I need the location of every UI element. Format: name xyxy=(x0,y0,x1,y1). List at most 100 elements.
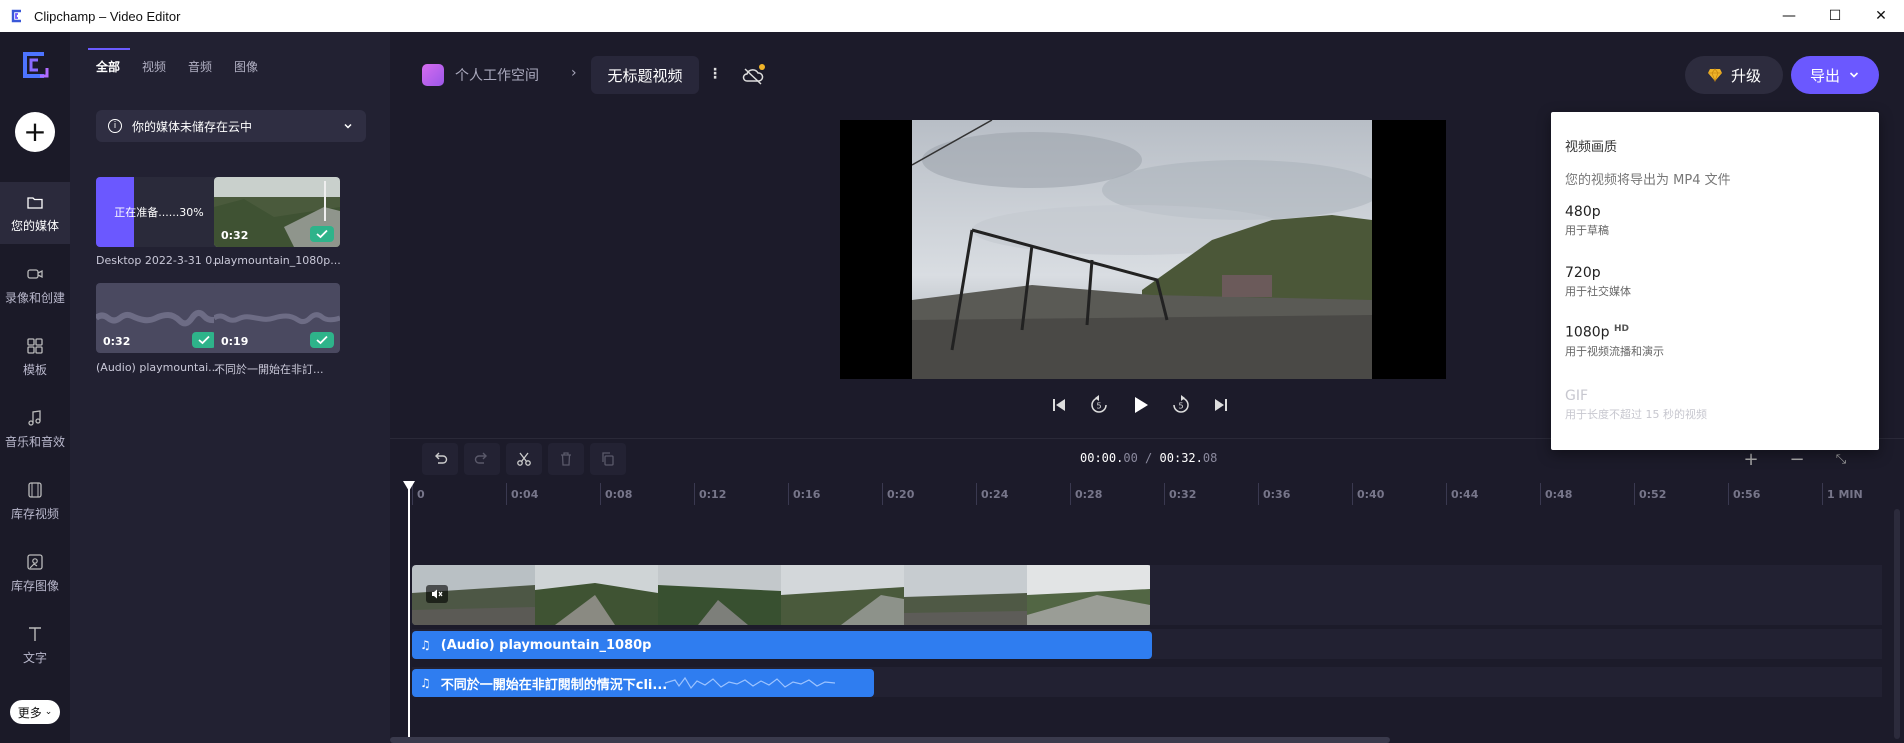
option-description: 用于长度不超过 15 秒的视频 xyxy=(1565,408,1707,421)
media-item-audio-playmountain[interactable]: 0:32 xyxy=(96,283,222,353)
option-description: 用于社交媒体 xyxy=(1565,285,1631,298)
skip-to-start-icon[interactable] xyxy=(1050,396,1068,414)
timeline-toolbar xyxy=(422,441,626,477)
media-caption: 不同於一開始在非訂... xyxy=(214,363,324,376)
chevron-down-icon: ⌄ xyxy=(44,707,53,717)
more-options-icon[interactable]: ⋮ xyxy=(708,66,722,82)
more-button[interactable]: 更多 ⌄ xyxy=(10,700,60,724)
undo-icon xyxy=(435,452,448,464)
option-description: 用于草稿 xyxy=(1565,224,1609,237)
svg-text:5: 5 xyxy=(1096,402,1101,411)
audio-clip-narration[interactable]: ♫ 不同於一開始在非訂閱制的情況下cli... xyxy=(412,669,874,697)
video-preview[interactable] xyxy=(840,120,1446,379)
workspace-name[interactable]: 个人工作空间 xyxy=(455,65,539,85)
mute-icon[interactable] xyxy=(426,585,448,603)
media-caption: Desktop 2022-3-31 0... xyxy=(96,254,222,267)
clip-frame xyxy=(781,565,904,625)
export-option-1080p[interactable]: 1080p HD 用于视频流播和演示 xyxy=(1565,324,1865,359)
breadcrumb-separator: › xyxy=(571,65,577,81)
maximize-button[interactable]: ☐ xyxy=(1812,0,1858,32)
timeline-ruler[interactable]: 0 0:04 0:08 0:12 0:16 0:20 0:24 0:28 0:32 0:36 0:4… xyxy=(412,483,1882,509)
rail-item-music-sfx[interactable]: 音乐和音效 xyxy=(0,398,70,460)
tab-video[interactable]: 视频 xyxy=(142,58,166,81)
media-item-desktop-recording[interactable]: 正在准备......30% xyxy=(96,177,222,247)
split-button[interactable] xyxy=(506,443,542,475)
trash-icon xyxy=(561,452,571,466)
folder-icon xyxy=(27,196,43,209)
duplicate-icon xyxy=(602,452,614,466)
templates-icon xyxy=(27,337,43,354)
ruler-tick-label: 0:08 xyxy=(605,488,633,501)
tab-all[interactable]: 全部 xyxy=(87,48,131,81)
ruler-tick-label: 0:20 xyxy=(887,488,915,501)
camera-icon xyxy=(27,268,43,279)
timecode-display: 00:00.00 / 00:32.08 xyxy=(1080,451,1217,465)
music-note-icon: ♫ xyxy=(420,676,431,690)
ruler-tick: 0:16 xyxy=(788,483,820,505)
export-button[interactable]: 导出 xyxy=(1791,56,1879,94)
clip-frame xyxy=(535,565,658,625)
ruler-tick: 0:08 xyxy=(600,483,632,505)
ruler-tick: 0:28 xyxy=(1070,483,1102,505)
ruler-tick-label: 0:48 xyxy=(1545,488,1573,501)
audio-clip-label: (Audio) playmountain_1080p xyxy=(440,637,652,653)
tab-images[interactable]: 图像 xyxy=(234,58,258,81)
window-title: Clipchamp – Video Editor xyxy=(34,8,181,24)
rail-item-templates[interactable]: 模板 xyxy=(0,326,70,388)
media-item-playmountain-video[interactable]: 0:32 xyxy=(214,177,340,247)
playhead[interactable] xyxy=(403,481,415,743)
fit-timeline-icon[interactable]: ⤡ xyxy=(1826,447,1856,471)
option-resolution-wrap: 1080p HD xyxy=(1565,324,1865,341)
zoom-out-button[interactable]: − xyxy=(1782,447,1812,471)
project-title[interactable]: 无标题视频 xyxy=(591,56,699,94)
media-caption: (Audio) playmountai... xyxy=(96,361,219,374)
ruler-tick: 0:20 xyxy=(882,483,914,505)
preparing-status: 正在准备......30% xyxy=(114,206,204,219)
minimize-button[interactable]: — xyxy=(1766,0,1812,32)
timeline-scrollbar[interactable] xyxy=(390,737,1390,743)
export-option-720p[interactable]: 720p 用于社交媒体 xyxy=(1565,265,1865,299)
close-button[interactable]: ✕ xyxy=(1858,0,1904,32)
cloud-storage-banner[interactable]: i 你的媒体未储存在云中 xyxy=(96,110,366,142)
rail-item-record-create[interactable]: 录像和创建 xyxy=(0,254,70,316)
chevron-down-icon xyxy=(1849,72,1859,78)
workspace-avatar[interactable] xyxy=(422,64,444,86)
option-resolution: 480p xyxy=(1565,204,1601,220)
delete-button[interactable] xyxy=(548,443,584,475)
undo-button[interactable] xyxy=(422,443,458,475)
rewind-5s-icon[interactable]: 5 xyxy=(1089,395,1109,415)
rail-item-your-media[interactable]: 您的媒体 xyxy=(0,182,70,244)
rail-item-stock-images[interactable]: 库存图像 xyxy=(0,542,70,604)
rail-label: 录像和创建 xyxy=(4,290,65,305)
forward-5s-icon[interactable]: 5 xyxy=(1171,395,1191,415)
export-option-480p[interactable]: 480p 用于草稿 xyxy=(1565,204,1865,238)
media-item-audio-clip[interactable]: 0:19 xyxy=(214,283,340,353)
cloud-off-icon[interactable] xyxy=(740,62,766,88)
ruler-tick-label: 0:12 xyxy=(699,488,727,501)
tab-audio[interactable]: 音频 xyxy=(188,58,212,81)
redo-button[interactable] xyxy=(464,443,500,475)
music-note-icon: ♫ xyxy=(420,638,431,652)
export-option-gif[interactable]: GIF 用于长度不超过 15 秒的视频 xyxy=(1565,388,1865,422)
timeline-vertical-scrollbar[interactable] xyxy=(1894,509,1900,739)
ruler-tick-label: 0:28 xyxy=(1075,488,1103,501)
create-plus-button[interactable]: + xyxy=(15,112,55,152)
duration-label: 0:32 xyxy=(103,335,131,348)
option-resolution: 1080p xyxy=(1565,324,1610,341)
zoom-in-button[interactable]: + xyxy=(1736,447,1766,471)
audio-clip-playmountain[interactable]: ♫ (Audio) playmountain_1080p xyxy=(412,631,1152,659)
duplicate-button[interactable] xyxy=(590,443,626,475)
clipchamp-logo-icon[interactable] xyxy=(16,46,54,84)
upgrade-label: 升级 xyxy=(1730,66,1761,85)
play-icon[interactable] xyxy=(1130,395,1150,415)
preview-frame xyxy=(912,120,1372,379)
ruler-tick: 0:32 xyxy=(1164,483,1196,505)
skip-to-end-icon[interactable] xyxy=(1212,396,1230,414)
rail-item-text[interactable]: 文字 xyxy=(0,614,70,676)
video-clip[interactable] xyxy=(412,565,1152,625)
rail-item-stock-video[interactable]: 库存视频 xyxy=(0,470,70,532)
current-time: 00:00. xyxy=(1080,451,1124,465)
rail-label: 库存视频 xyxy=(10,506,59,521)
ruler-tick: 0:04 xyxy=(506,483,538,505)
upgrade-button[interactable]: 升级 xyxy=(1685,56,1783,94)
